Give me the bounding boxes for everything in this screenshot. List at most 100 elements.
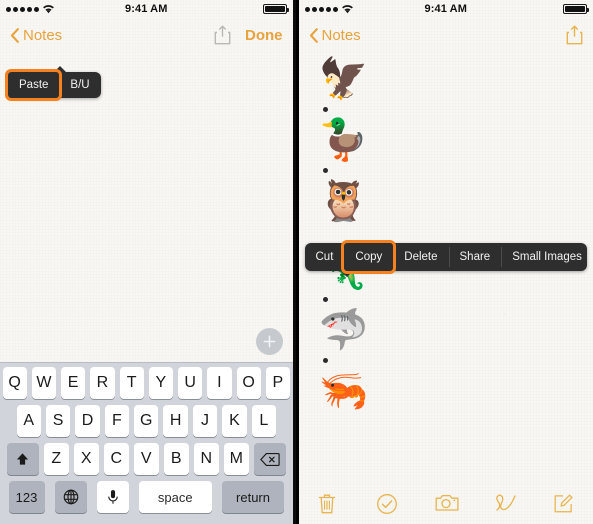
list-item[interactable]: 🦉 — [299, 180, 593, 222]
dual-phone-screenshot: 9:41 AM Notes Done Paste B/U Q W E R T Y… — [0, 0, 593, 524]
image-context-menu: Cut Copy Delete Share Small Images — [304, 240, 587, 277]
key-m[interactable]: M — [223, 443, 249, 475]
key-w[interactable]: W — [31, 367, 56, 399]
back-button-label: Notes — [321, 26, 361, 44]
signal-dot — [304, 6, 310, 12]
camera-icon[interactable] — [435, 493, 459, 515]
status-bar-battery-group — [168, 4, 289, 14]
eagle-emoji: 🦅 — [318, 57, 369, 101]
checkmark-circle-icon[interactable] — [376, 493, 398, 515]
list-item[interactable]: 🦈 — [299, 309, 593, 351]
key-z[interactable]: Z — [43, 443, 69, 475]
key-h[interactable]: H — [163, 405, 188, 437]
nav-bar-right: Notes — [299, 18, 593, 52]
signal-dot — [27, 6, 32, 12]
copy-menu-item[interactable]: Copy — [341, 240, 397, 274]
key-c[interactable]: C — [103, 443, 129, 475]
delete-menu-item[interactable]: Delete — [393, 243, 448, 271]
return-key[interactable]: return — [222, 481, 285, 513]
small-images-menu-item[interactable]: Small Images — [501, 243, 593, 271]
key-u[interactable]: U — [178, 367, 203, 399]
key-t[interactable]: T — [119, 367, 144, 399]
status-bar-right: 9:41 AM — [299, 0, 593, 18]
key-i[interactable]: I — [207, 367, 232, 399]
key-r[interactable]: R — [90, 367, 115, 399]
nav-right-actions — [566, 25, 583, 45]
share-icon[interactable] — [566, 25, 583, 45]
compose-pencil-icon[interactable] — [553, 493, 575, 515]
signal-dot — [6, 6, 11, 12]
shift-arrow-up-icon[interactable] — [6, 443, 39, 475]
shark-emoji: 🦈 — [318, 308, 369, 352]
globe-language-icon[interactable] — [54, 481, 87, 513]
battery-full-icon — [262, 4, 289, 14]
format-biu-menu-item[interactable]: B/U — [59, 72, 100, 98]
signal-dot — [34, 6, 39, 12]
key-n[interactable]: N — [193, 443, 219, 475]
nav-bar-left: Notes Done — [0, 18, 293, 52]
key-q[interactable]: Q — [2, 367, 27, 399]
paste-menu-item[interactable]: Paste — [4, 69, 63, 101]
note-content-list[interactable]: 🦅 🦆 🦉 🦎 🦈 🦐 — [299, 52, 593, 412]
plus-icon — [263, 335, 275, 348]
trash-icon[interactable] — [317, 493, 339, 515]
signal-dot — [325, 6, 331, 12]
signal-dot — [332, 6, 338, 12]
chevron-left-icon — [309, 27, 318, 43]
back-to-notes-button[interactable]: Notes — [309, 27, 361, 44]
key-k[interactable]: K — [222, 405, 247, 437]
list-item[interactable]: 🦐 — [299, 370, 593, 412]
microphone-icon[interactable] — [96, 481, 129, 513]
share-menu-item[interactable]: Share — [448, 243, 502, 271]
key-x[interactable]: X — [73, 443, 99, 475]
key-l[interactable]: L — [251, 405, 277, 437]
key-v[interactable]: V — [133, 443, 159, 475]
notes-bottom-toolbar — [299, 484, 593, 524]
cut-menu-item[interactable]: Cut — [305, 243, 345, 271]
duck-emoji: 🦆 — [318, 118, 369, 162]
share-icon[interactable] — [214, 25, 231, 45]
backspace-delete-icon[interactable] — [253, 443, 286, 475]
key-d[interactable]: D — [75, 405, 100, 437]
key-a[interactable]: A — [16, 405, 41, 437]
list-item[interactable]: 🦅 — [299, 58, 593, 100]
text-edit-menu: Paste B/U — [4, 66, 101, 101]
right-phone-screen: 9:41 AM Notes 🦅 🦆 🦉 🦈 🦐 Cut Copy Delete … — [298, 0, 593, 524]
wifi-icon — [43, 4, 54, 14]
key-o[interactable]: O — [236, 367, 261, 399]
signal-dot — [20, 6, 25, 12]
key-s[interactable]: S — [45, 405, 71, 437]
space-key[interactable]: space — [138, 481, 213, 513]
shrimp-emoji: 🦐 — [318, 369, 369, 413]
key-y[interactable]: Y — [148, 367, 173, 399]
key-b[interactable]: B — [163, 443, 189, 475]
back-to-notes-button[interactable]: Notes — [10, 27, 62, 44]
list-bullet — [322, 168, 328, 173]
status-bar-signal-group — [304, 4, 425, 14]
done-button[interactable]: Done — [245, 27, 283, 44]
status-bar-time: 9:41 AM — [424, 3, 467, 15]
signal-dot — [13, 6, 18, 12]
signal-dot — [311, 6, 317, 12]
key-g[interactable]: G — [134, 405, 159, 437]
keyboard-row-1: Q W E R T Y U I O P — [0, 367, 293, 399]
battery-full-icon — [563, 4, 590, 14]
status-bar-battery-group — [467, 4, 590, 14]
status-bar-time: 9:41 AM — [125, 3, 168, 15]
key-j[interactable]: J — [192, 405, 218, 437]
signal-dot — [318, 6, 324, 12]
key-p[interactable]: P — [265, 367, 290, 399]
chevron-left-icon — [10, 27, 19, 43]
key-e[interactable]: E — [61, 367, 86, 399]
menu-caret-down-icon — [340, 271, 353, 277]
squiggle-draw-icon[interactable] — [494, 493, 516, 515]
keyboard-row-4: 123 space return — [0, 481, 293, 513]
status-bar-signal-group — [6, 4, 125, 14]
list-item[interactable]: 🦆 — [299, 119, 593, 161]
screen-divider — [292, 0, 296, 524]
wifi-icon — [341, 4, 353, 14]
numbers-key[interactable]: 123 — [8, 481, 45, 513]
add-attachment-button[interactable] — [255, 328, 283, 355]
key-f[interactable]: F — [104, 405, 130, 437]
status-bar-left: 9:41 AM — [0, 0, 293, 18]
